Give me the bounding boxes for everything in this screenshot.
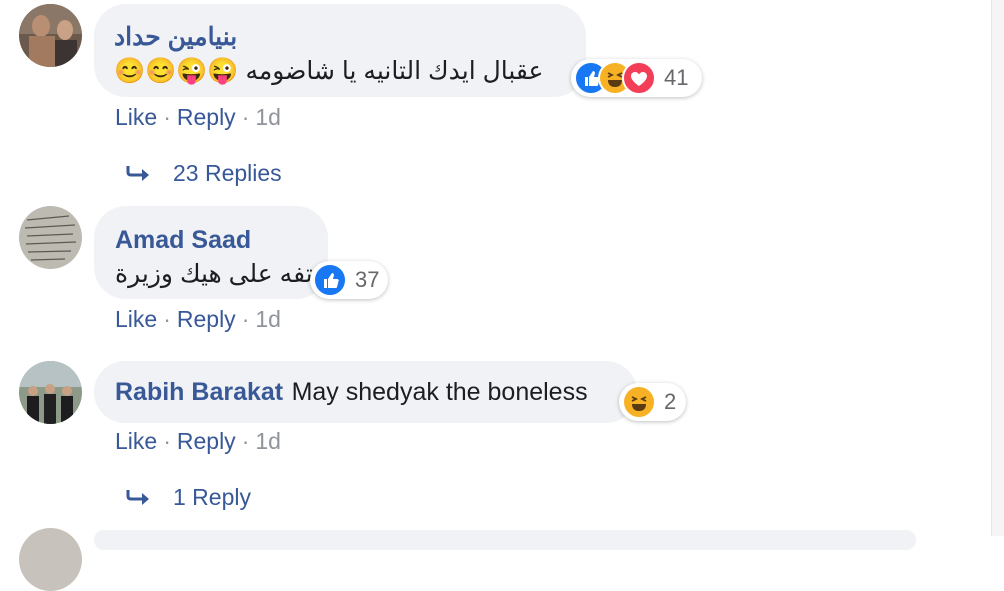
haha-icon (622, 385, 656, 419)
reactions-summary[interactable]: 41 (571, 59, 702, 97)
comment-bubble: Rabih Barakat May shedyak the boneless (94, 361, 637, 423)
separator-dot: · (163, 306, 171, 332)
avatar[interactable] (19, 4, 82, 67)
comment-bubble: Amad Saad تفه على هيك وزيرة (94, 206, 328, 299)
separator-dot: · (241, 306, 250, 332)
reaction-count: 2 (664, 389, 677, 414)
replies-label[interactable]: 1 Reply (173, 484, 251, 511)
comment-actions: Like · Reply · 1d (115, 428, 281, 455)
separator-dot: · (163, 104, 171, 130)
comment-bubble (94, 530, 916, 550)
replies-label[interactable]: 23 Replies (173, 160, 282, 187)
comment-text: عقبال ايدك التانيه يا شاضومه 😜😜😊😊 (114, 57, 544, 85)
comment-author[interactable]: بنيامين حداد (114, 22, 237, 52)
comment-author[interactable]: Amad Saad (115, 226, 251, 255)
avatar[interactable] (19, 206, 82, 269)
reply-link[interactable]: Reply (177, 306, 236, 332)
like-icon (313, 263, 347, 297)
comment-author[interactable]: Rabih Barakat (115, 378, 283, 406)
timestamp[interactable]: 1d (255, 306, 281, 332)
comment-bubble: بنيامين حداد عقبال ايدك التانيه يا شاضوم… (94, 4, 586, 97)
timestamp[interactable]: 1d (255, 428, 281, 454)
reaction-count: 41 (664, 65, 689, 90)
separator-dot: · (163, 428, 171, 454)
separator-dot: · (241, 104, 250, 130)
comment-text: May shedyak the boneless (291, 378, 588, 406)
reply-link[interactable]: Reply (177, 104, 236, 130)
separator-dot: · (241, 428, 250, 454)
avatar[interactable] (19, 528, 82, 591)
avatar[interactable] (19, 361, 82, 424)
scrollbar[interactable] (991, 0, 1004, 536)
like-link[interactable]: Like (115, 428, 157, 454)
comment-actions: Like · Reply · 1d (115, 306, 281, 333)
comment-actions: Like · Reply · 1d (115, 104, 281, 131)
reply-link[interactable]: Reply (177, 428, 236, 454)
reply-arrow-icon (126, 489, 149, 505)
comment-text: تفه على هيك وزيرة (115, 260, 313, 288)
reactions-summary[interactable]: 37 (310, 261, 388, 299)
like-link[interactable]: Like (115, 104, 157, 130)
timestamp[interactable]: 1d (255, 104, 281, 130)
reply-arrow-icon (126, 165, 149, 181)
view-replies-link[interactable]: 1 Reply (125, 484, 251, 511)
like-link[interactable]: Like (115, 306, 157, 332)
reaction-count: 37 (355, 267, 380, 292)
reactions-summary[interactable]: 2 (619, 383, 686, 421)
comment-line: Rabih Barakat May shedyak the boneless (115, 378, 588, 407)
view-replies-link[interactable]: 23 Replies (125, 160, 282, 187)
love-icon (622, 61, 656, 95)
